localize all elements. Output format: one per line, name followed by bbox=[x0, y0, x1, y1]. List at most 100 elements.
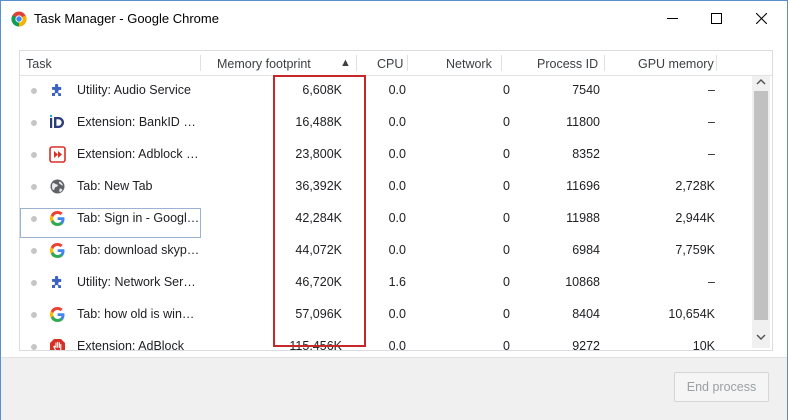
cpu-value: 0.0 bbox=[388, 83, 406, 97]
gpu-memory-value: – bbox=[708, 275, 715, 289]
task-name: Extension: BankID Cr... bbox=[77, 115, 201, 129]
puzzle-icon bbox=[52, 83, 62, 96]
cpu-value: 0.0 bbox=[388, 211, 406, 225]
column-divider[interactable] bbox=[356, 55, 357, 71]
table-row[interactable]: Extension: Adblock fo... 23,800K 0.0 0 8… bbox=[20, 139, 755, 171]
window-title: Task Manager - Google Chrome bbox=[34, 11, 219, 26]
process-id-value: 9272 bbox=[572, 339, 600, 351]
vertical-scrollbar[interactable] bbox=[752, 76, 770, 348]
memory-value: 57,096K bbox=[295, 307, 342, 321]
scroll-down-icon[interactable] bbox=[756, 334, 766, 341]
sort-ascending-icon: ▲ bbox=[340, 57, 351, 69]
status-dot bbox=[31, 152, 37, 158]
process-id-value: 11696 bbox=[566, 179, 600, 193]
status-dot bbox=[31, 120, 37, 126]
close-button[interactable] bbox=[738, 1, 784, 35]
process-id-value: 10868 bbox=[565, 275, 600, 289]
table-row[interactable]: Tab: Sign in - Google... 42,284K 0.0 0 1… bbox=[20, 203, 755, 235]
task-name: Utility: Audio Service bbox=[77, 83, 191, 97]
status-dot bbox=[31, 216, 37, 222]
adblock-hand-icon bbox=[50, 339, 65, 350]
table-row[interactable]: Tab: how old is windo... 57,096K 0.0 0 8… bbox=[20, 299, 755, 331]
adblock-icon bbox=[49, 146, 66, 163]
gpu-memory-value: 7,759K bbox=[675, 243, 715, 257]
column-divider[interactable] bbox=[501, 55, 502, 71]
network-value: 0 bbox=[503, 179, 510, 193]
footer-bar: End process bbox=[1, 357, 787, 420]
status-dot bbox=[31, 248, 37, 254]
process-id-value: 11988 bbox=[566, 211, 600, 225]
memory-value: 6,608K bbox=[302, 83, 342, 97]
scroll-up-icon[interactable] bbox=[756, 78, 766, 85]
process-id-value: 8352 bbox=[572, 147, 600, 161]
close-icon bbox=[755, 12, 767, 24]
process-id-value: 8404 bbox=[572, 307, 600, 321]
cpu-value: 0.0 bbox=[388, 243, 406, 257]
cpu-value: 0.0 bbox=[388, 339, 406, 351]
task-name: Extension: Adblock fo... bbox=[77, 147, 201, 161]
network-value: 0 bbox=[503, 339, 510, 351]
network-value: 0 bbox=[503, 275, 510, 289]
task-name: Utility: Network Service bbox=[77, 275, 201, 289]
network-value: 0 bbox=[503, 147, 510, 161]
gpu-memory-value: – bbox=[708, 115, 715, 129]
column-memory[interactable]: Memory footprint bbox=[217, 57, 311, 71]
gpu-memory-value: 2,728K bbox=[675, 179, 715, 193]
cpu-value: 0.0 bbox=[388, 179, 406, 193]
status-dot bbox=[31, 312, 37, 318]
task-name: Tab: download skype... bbox=[77, 243, 201, 257]
task-name: Extension: AdBlock bbox=[77, 339, 185, 351]
status-dot bbox=[31, 344, 37, 350]
table-row[interactable]: Tab: download skype... 44,072K 0.0 0 698… bbox=[20, 235, 755, 267]
status-dot bbox=[31, 88, 37, 94]
process-id-value: 7540 bbox=[572, 83, 600, 97]
scrollbar-thumb[interactable] bbox=[754, 91, 768, 320]
cpu-value: 0.0 bbox=[388, 147, 406, 161]
column-cpu[interactable]: CPU bbox=[377, 57, 403, 71]
network-value: 0 bbox=[503, 83, 510, 97]
memory-value: 23,800K bbox=[295, 147, 342, 161]
column-divider[interactable] bbox=[716, 55, 717, 71]
bankid-icon bbox=[49, 114, 64, 128]
column-gpu-memory[interactable]: GPU memory bbox=[638, 57, 714, 71]
table-row[interactable]: Utility: Network Service 46,720K 1.6 0 1… bbox=[20, 267, 755, 299]
table-row[interactable]: Extension: AdBlock 115,456K 0.0 0 9272 1… bbox=[20, 331, 755, 351]
gpu-memory-value: – bbox=[708, 147, 715, 161]
process-id-value: 6984 bbox=[572, 243, 600, 257]
status-dot bbox=[31, 184, 37, 190]
table-row[interactable]: Extension: BankID Cr... 16,488K 0.0 0 11… bbox=[20, 107, 755, 139]
puzzle-icon bbox=[52, 275, 62, 288]
memory-value: 46,720K bbox=[295, 275, 342, 289]
gpu-memory-value: 2,944K bbox=[675, 211, 715, 225]
column-divider[interactable] bbox=[604, 55, 605, 71]
network-value: 0 bbox=[503, 243, 510, 257]
cpu-value: 1.6 bbox=[388, 275, 406, 289]
google-icon bbox=[49, 242, 65, 259]
network-value: 0 bbox=[503, 115, 510, 129]
column-divider[interactable] bbox=[200, 55, 201, 71]
column-task[interactable]: Task bbox=[26, 57, 52, 71]
table-header: Task Memory footprint ▲ CPU Network Proc… bbox=[20, 51, 772, 76]
column-process-id[interactable]: Process ID bbox=[537, 57, 598, 71]
minimize-icon bbox=[666, 17, 678, 19]
title-bar[interactable]: Task Manager - Google Chrome bbox=[1, 1, 787, 37]
cpu-value: 0.0 bbox=[388, 307, 406, 321]
table-row[interactable]: Utility: Audio Service 6,608K 0.0 0 7540… bbox=[20, 75, 755, 107]
network-value: 0 bbox=[503, 211, 510, 225]
status-dot bbox=[31, 280, 37, 286]
table-row[interactable]: Tab: New Tab 36,392K 0.0 0 11696 2,728K bbox=[20, 171, 755, 203]
memory-value: 44,072K bbox=[295, 243, 342, 257]
google-icon bbox=[49, 306, 65, 323]
task-table[interactable]: Task Memory footprint ▲ CPU Network Proc… bbox=[19, 50, 773, 351]
cpu-value: 0.0 bbox=[388, 115, 406, 129]
globe-icon bbox=[50, 179, 65, 194]
maximize-button[interactable] bbox=[693, 1, 739, 35]
minimize-button[interactable] bbox=[649, 1, 695, 35]
gpu-memory-value: 10,654K bbox=[668, 307, 715, 321]
memory-value: 16,488K bbox=[295, 115, 342, 129]
column-divider[interactable] bbox=[407, 55, 408, 71]
process-id-value: 11800 bbox=[566, 115, 600, 129]
column-network[interactable]: Network bbox=[446, 57, 492, 71]
task-name: Tab: how old is windo... bbox=[77, 307, 201, 321]
end-process-button[interactable]: End process bbox=[674, 372, 769, 402]
